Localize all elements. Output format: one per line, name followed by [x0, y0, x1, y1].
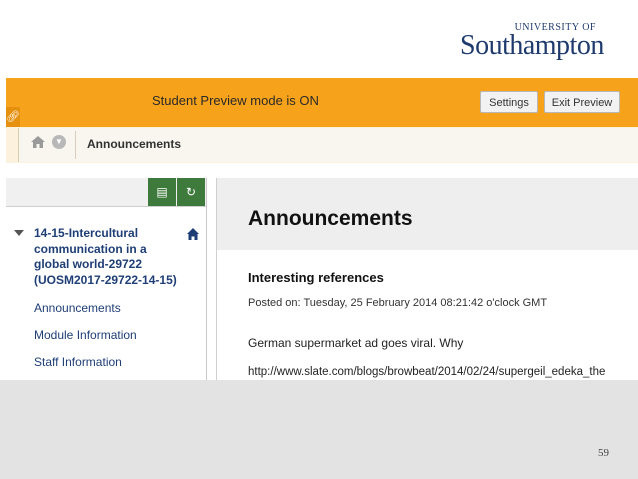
preview-mode-message: Student Preview mode is ON [152, 93, 319, 108]
announcement-link[interactable]: http://www.slate.com/blogs/browbeat/2014… [248, 366, 605, 378]
chevron-down-icon[interactable]: ▼ [52, 135, 66, 149]
settings-button[interactable]: Settings [480, 91, 538, 113]
slide-footer [0, 380, 638, 479]
course-menu-toolbar: ▤ ↻ [6, 178, 206, 207]
refresh-icon[interactable]: ↻ [177, 178, 205, 206]
university-logo: UNIVERSITY OF Southampton [458, 22, 618, 64]
exit-preview-button[interactable]: Exit Preview [544, 91, 620, 113]
announcement-body: German supermarket ad goes viral. Why [248, 336, 464, 350]
student-preview-bar: Student Preview mode is ON Settings Exit… [6, 78, 638, 127]
content-area: Announcements Interesting references Pos… [216, 178, 638, 380]
sidebar-item-announcements[interactable]: Announcements [34, 301, 121, 315]
page-number: 59 [598, 447, 609, 459]
content-header: Announcements [217, 178, 638, 250]
blackboard-screenshot: Student Preview mode is ON Settings Exit… [6, 78, 638, 380]
breadcrumb-divider [75, 131, 76, 159]
breadcrumb-current: Announcements [87, 137, 182, 151]
folder-icon[interactable]: ▤ [148, 178, 176, 206]
course-title[interactable]: 14-15-Intercultural communication in a g… [34, 226, 184, 288]
announcement-title: Interesting references [248, 270, 384, 285]
course-menu: ▤ ↻ 14-15-Intercultural communication in… [6, 178, 207, 380]
sidebar-item-staff-information[interactable]: Staff Information [34, 355, 122, 369]
announcement-date: Posted on: Tuesday, 25 February 2014 08:… [248, 297, 548, 309]
home-icon[interactable] [30, 135, 46, 149]
sidebar-item-module-information[interactable]: Module Information [34, 328, 137, 342]
page-title: Announcements [248, 207, 413, 230]
link-icon[interactable]: 🔗︎ [6, 107, 20, 127]
logo-southampton: Southampton [460, 30, 604, 61]
course-home-icon[interactable] [186, 227, 200, 241]
collapse-triangle-icon[interactable] [14, 230, 24, 236]
